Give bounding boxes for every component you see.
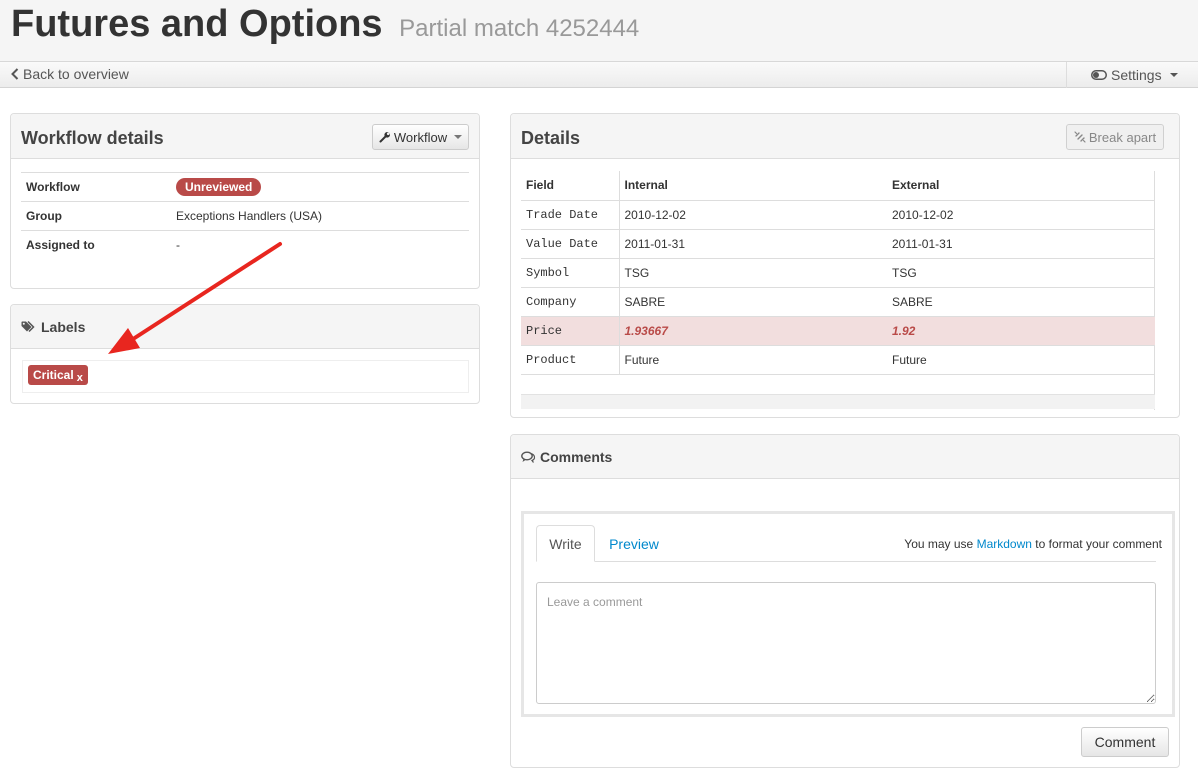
comments-panel: Comments Write Preview You may use Markd… bbox=[510, 434, 1180, 768]
panel-title: Labels bbox=[21, 319, 85, 335]
panel-title: Details bbox=[521, 128, 581, 148]
comments-icon bbox=[521, 451, 536, 463]
panel-heading: Comments bbox=[511, 435, 1179, 479]
table-row: Value Date 2011-01-31 2011-01-31 bbox=[521, 228, 1155, 258]
workflow-button-label: Workflow bbox=[393, 129, 448, 145]
comment-textarea[interactable] bbox=[536, 582, 1156, 704]
toggle-icon bbox=[1091, 70, 1107, 80]
internal-value: SABRE bbox=[619, 286, 887, 316]
internal-value: 1.93667 bbox=[619, 315, 887, 345]
internal-value: 2010-12-02 bbox=[619, 199, 887, 229]
internal-value: Future bbox=[619, 344, 887, 375]
markdown-hint-prefix: You may use bbox=[904, 537, 974, 551]
details-scroll-area[interactable]: Field Internal External Trade Date 2010-… bbox=[521, 171, 1155, 410]
workflow-dropdown-button[interactable]: Workflow bbox=[372, 124, 469, 150]
panel-title: Comments bbox=[521, 449, 612, 465]
remove-label-button[interactable]: x bbox=[77, 372, 83, 384]
table-row: Company SABRE SABRE bbox=[521, 286, 1155, 316]
comments-title: Comments bbox=[540, 449, 613, 465]
settings-menu[interactable]: Settings bbox=[1066, 62, 1198, 88]
tab-write[interactable]: Write bbox=[536, 525, 595, 562]
column-header: Field bbox=[521, 171, 620, 200]
nav-bar: Back to overview Settings bbox=[0, 62, 1198, 88]
details-table: Field Internal External Trade Date 2010-… bbox=[521, 171, 1155, 375]
panel-title: Workflow details bbox=[21, 128, 164, 148]
external-value: TSG bbox=[887, 257, 1155, 287]
table-row: Assigned to - bbox=[21, 230, 469, 260]
internal-value: TSG bbox=[619, 257, 887, 287]
page-subtitle: Partial match 4252444 bbox=[399, 15, 640, 42]
row-key: Group bbox=[21, 201, 171, 231]
row-value: Unreviewed bbox=[171, 172, 469, 202]
label-text: Critical bbox=[33, 368, 74, 382]
external-value: Future bbox=[887, 344, 1155, 375]
workflow-table: Workflow Unreviewed Group Exceptions Han… bbox=[21, 172, 469, 260]
field-name: Symbol bbox=[521, 257, 620, 287]
labels-title: Labels bbox=[41, 319, 86, 335]
field-name: Value Date bbox=[521, 228, 620, 258]
panel-heading: Workflow details Workflow bbox=[11, 114, 479, 159]
column-header: Internal bbox=[624, 178, 668, 193]
labels-list: Critical x bbox=[22, 360, 469, 393]
comment-button-label: Comment bbox=[1094, 734, 1156, 750]
field-name: Company bbox=[521, 286, 620, 316]
page-title: Futures and Options Partial match 425244… bbox=[11, 2, 639, 51]
panel-heading: Labels bbox=[11, 305, 479, 349]
table-row: Group Exceptions Handlers (USA) bbox=[21, 201, 469, 231]
table-row: Product Future Future bbox=[521, 344, 1155, 375]
chevron-left-icon bbox=[11, 68, 19, 80]
settings-label: Settings bbox=[1111, 67, 1162, 83]
table-row: Symbol TSG TSG bbox=[521, 257, 1155, 287]
wrench-icon bbox=[379, 132, 390, 143]
table-row-mismatch: Price 1.93667 1.92 bbox=[521, 315, 1155, 345]
row-key: Workflow bbox=[21, 172, 171, 202]
break-apart-label: Break apart bbox=[1088, 129, 1157, 145]
external-value: 1.92 bbox=[887, 315, 1155, 345]
row-key: Assigned to bbox=[21, 230, 171, 260]
unlink-icon bbox=[1074, 131, 1086, 143]
row-value: - bbox=[171, 230, 469, 260]
comment-submit-button[interactable]: Comment bbox=[1081, 727, 1169, 757]
field-name: Trade Date bbox=[521, 199, 620, 229]
status-badge: Unreviewed bbox=[176, 178, 262, 196]
page-header: Futures and Options Partial match 425244… bbox=[0, 0, 1198, 62]
workflow-details-panel: Workflow details Workflow Workflow Unrev… bbox=[10, 113, 480, 289]
external-value: 2011-01-31 bbox=[887, 228, 1155, 258]
tab-preview[interactable]: Preview bbox=[599, 525, 669, 562]
label-critical[interactable]: Critical x bbox=[28, 365, 88, 385]
markdown-hint: You may use Markdown to format your comm… bbox=[904, 537, 1162, 551]
internal-value: 2011-01-31 bbox=[619, 228, 887, 258]
details-panel: Details Break apart Field Internal Exter… bbox=[510, 113, 1180, 418]
comment-form: Write Preview You may use Markdown to fo… bbox=[521, 511, 1175, 717]
labels-panel: Labels Critical x bbox=[10, 304, 480, 404]
external-value: SABRE bbox=[887, 286, 1155, 316]
page-title-text: Futures and Options bbox=[11, 3, 383, 45]
table-row: Workflow Unreviewed bbox=[21, 172, 469, 202]
horizontal-scrollbar[interactable] bbox=[521, 394, 1155, 409]
tags-icon bbox=[21, 321, 35, 333]
table-row: Trade Date 2010-12-02 2010-12-02 bbox=[521, 199, 1155, 229]
panel-heading: Details Break apart bbox=[511, 114, 1179, 159]
field-name: Product bbox=[521, 344, 620, 375]
row-value: Exceptions Handlers (USA) bbox=[171, 201, 469, 231]
table-header-row: Field Internal External bbox=[521, 171, 1155, 200]
column-header: External bbox=[892, 178, 940, 193]
back-link-label: Back to overview bbox=[23, 66, 129, 82]
markdown-link[interactable]: Markdown bbox=[977, 537, 1032, 551]
chevron-down-icon bbox=[454, 135, 463, 139]
external-value: 2010-12-02 bbox=[887, 199, 1155, 229]
field-name: Price bbox=[521, 315, 620, 345]
chevron-down-icon bbox=[1169, 73, 1178, 77]
markdown-hint-suffix: to format your comment bbox=[1035, 537, 1162, 551]
back-to-overview-link[interactable]: Back to overview bbox=[11, 66, 129, 82]
break-apart-button[interactable]: Break apart bbox=[1066, 124, 1164, 150]
